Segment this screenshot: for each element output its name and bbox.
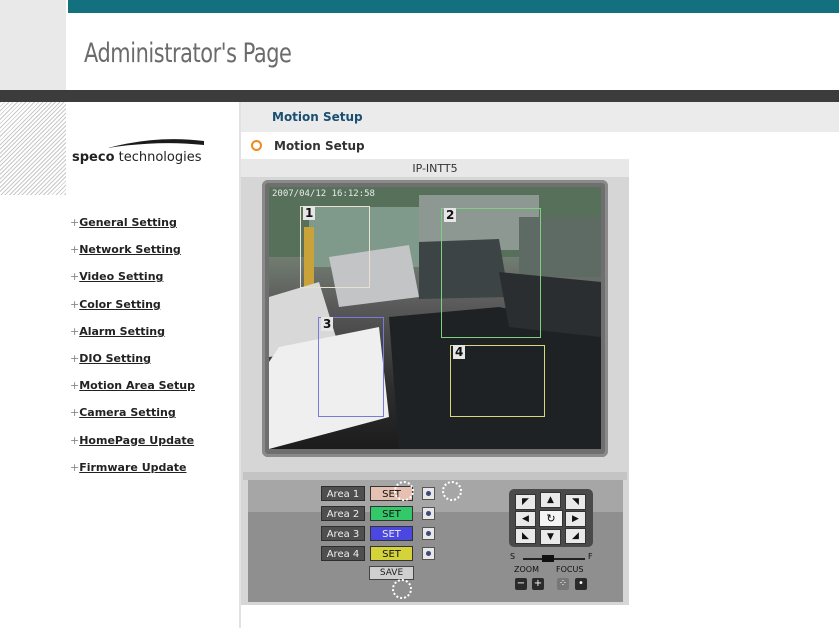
plus-icon: + (70, 406, 80, 420)
sidebar-item-general-setting[interactable]: +General Setting (70, 216, 195, 243)
click-indicator-icon (392, 579, 412, 599)
sidebar-item-firmware-update[interactable]: +Firmware Update (70, 461, 195, 488)
pan-left-button[interactable]: ◀ (515, 511, 536, 527)
area-3-set-button[interactable]: SET (370, 526, 413, 541)
motion-area-2[interactable]: 2 (441, 208, 541, 338)
sidebar-item-label[interactable]: Motion Area Setup (79, 379, 195, 392)
sidebar-item-motion-area-setup[interactable]: +Motion Area Setup (70, 379, 195, 406)
sidebar-item-alarm-setting[interactable]: +Alarm Setting (70, 325, 195, 352)
plus-icon: + (70, 379, 80, 393)
save-button[interactable]: SAVE (369, 566, 414, 580)
pan-down-left-button[interactable]: ◣ (515, 528, 536, 544)
logo-swoosh-icon (108, 139, 204, 148)
video-timestamp: 2007/04/12 16:12:58 (272, 189, 375, 199)
focus-near-button[interactable]: ⁘ (557, 578, 569, 590)
logo-rest: technologies (114, 150, 202, 165)
plus-icon: + (70, 351, 80, 365)
plus-icon: + (70, 243, 80, 257)
area-label: Area 2 (321, 506, 365, 521)
plus-icon: + (70, 433, 80, 447)
area-4-set-button[interactable]: SET (370, 546, 413, 561)
sidebar-item-label[interactable]: Color Setting (79, 298, 161, 311)
click-indicator-icon (442, 481, 462, 501)
controls-divider (243, 472, 627, 480)
speed-fast-label: F (588, 552, 593, 561)
pan-down-right-button[interactable]: ◢ (565, 528, 586, 544)
area-label: Area 1 (321, 486, 365, 501)
area-number: 1 (303, 206, 316, 220)
camera-model: IP-INTT5 (412, 162, 458, 175)
sidebar-item-label[interactable]: HomePage Update (79, 434, 194, 447)
sidebar-nav: +General Setting +Network Setting +Video… (70, 216, 195, 488)
focus-far-button[interactable]: • (575, 578, 587, 590)
plus-icon: + (70, 297, 80, 311)
sidebar-item-label[interactable]: Alarm Setting (79, 325, 165, 338)
area-1-radio[interactable] (422, 487, 435, 500)
motion-area-3[interactable]: 3 (318, 317, 384, 417)
header-divider (0, 90, 839, 102)
plus-icon: + (70, 460, 80, 474)
zoom-out-button[interactable]: − (515, 578, 527, 590)
click-indicator-icon (394, 481, 414, 501)
video-feed[interactable]: 2007/04/12 16:12:58 1 2 3 4 (269, 187, 601, 449)
sidebar-item-camera-setting[interactable]: +Camera Setting (70, 406, 195, 433)
speed-slow-label: S (510, 552, 516, 561)
pan-up-left-button[interactable]: ◤ (515, 494, 536, 510)
plus-icon: + (70, 324, 80, 338)
motion-area-4[interactable]: 4 (450, 345, 545, 417)
sidebar-item-label[interactable]: Video Setting (79, 270, 163, 283)
bullet-icon (251, 140, 262, 151)
motion-area-1[interactable]: 1 (300, 206, 370, 288)
subheader-title: Motion Setup (272, 110, 363, 124)
focus-label: FOCUS (556, 565, 584, 574)
speed-slider-handle[interactable] (542, 555, 554, 562)
area-label: Area 4 (321, 546, 365, 561)
sidebar-item-color-setting[interactable]: +Color Setting (70, 298, 195, 325)
area-3-radio[interactable] (422, 527, 435, 540)
zoom-label: ZOOM (514, 565, 539, 574)
ptz-home-button[interactable]: ↻ (539, 510, 563, 527)
logo-bold: speco (72, 150, 115, 165)
page-title: Administrator's Page (84, 38, 292, 69)
header-corner (0, 0, 66, 90)
ptz-pad: ◤ ▲ ◥ ◀ ↻ ▶ ◣ ▼ ◢ (509, 489, 593, 547)
sidebar-item-homepage-update[interactable]: +HomePage Update (70, 434, 195, 461)
area-4-radio[interactable] (422, 547, 435, 560)
sidebar-item-network-setting[interactable]: +Network Setting (70, 243, 195, 270)
pan-right-button[interactable]: ▶ (565, 511, 586, 527)
plus-icon: + (70, 270, 80, 284)
sidebar-item-label[interactable]: Network Setting (79, 243, 181, 256)
sidebar-item-label[interactable]: Firmware Update (79, 461, 186, 474)
sidebar-item-label[interactable]: General Setting (79, 216, 177, 229)
sidebar-item-dio-setting[interactable]: +DIO Setting (70, 352, 195, 379)
tilt-up-button[interactable]: ▲ (540, 492, 561, 508)
sidebar-item-video-setting[interactable]: +Video Setting (70, 270, 195, 297)
area-2-radio[interactable] (422, 507, 435, 520)
logo: speco technologies (72, 150, 202, 165)
zoom-in-button[interactable]: + (532, 578, 544, 590)
speed-slider-track[interactable] (523, 558, 585, 560)
sidebar-item-label[interactable]: Camera Setting (79, 406, 175, 419)
plus-icon: + (70, 216, 80, 229)
tilt-down-button[interactable]: ▼ (540, 529, 561, 545)
pan-up-right-button[interactable]: ◥ (565, 494, 586, 510)
area-number: 2 (444, 208, 457, 222)
sidebar-item-label[interactable]: DIO Setting (79, 352, 151, 365)
area-2-set-button[interactable]: SET (370, 506, 413, 521)
area-number: 3 (321, 317, 334, 331)
area-label: Area 3 (321, 526, 365, 541)
area-number: 4 (453, 345, 466, 359)
section-title: Motion Setup (274, 139, 365, 153)
header-accent-bar (68, 0, 839, 13)
